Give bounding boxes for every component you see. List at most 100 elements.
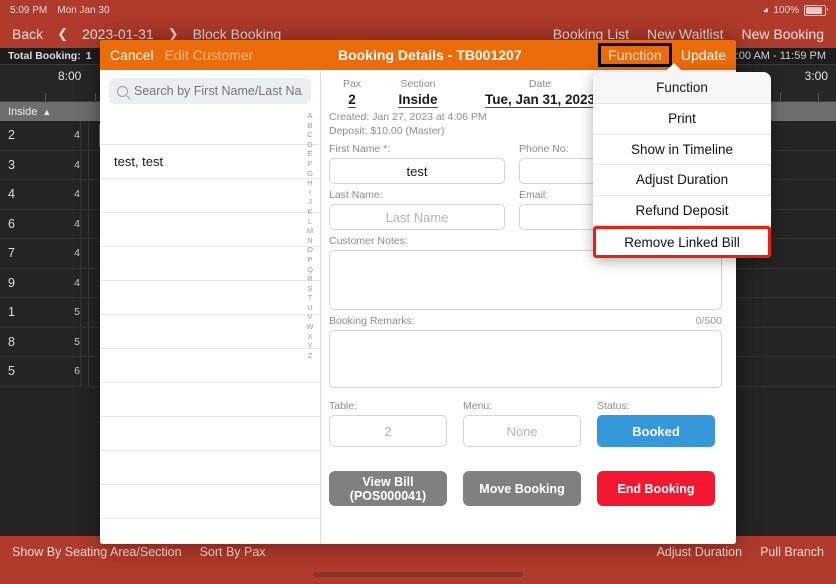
- alphabet-index-letter[interactable]: K: [307, 207, 312, 216]
- alphabet-index-letter[interactable]: D: [307, 140, 312, 149]
- pull-branch-button[interactable]: Pull Branch: [760, 545, 824, 559]
- chevron-left-icon[interactable]: ❮: [57, 26, 68, 42]
- list-item[interactable]: [100, 485, 320, 519]
- timeline-table-pax: 4: [74, 158, 80, 171]
- first-name-field[interactable]: test: [329, 158, 505, 184]
- view-bill-button[interactable]: View Bill (POS000041): [329, 471, 447, 506]
- pax-summary[interactable]: Pax 2: [329, 78, 375, 109]
- back-button[interactable]: Back: [12, 26, 43, 42]
- timeline-table-pax: 4: [74, 188, 80, 201]
- list-item[interactable]: [100, 417, 320, 451]
- alphabet-index-letter[interactable]: C: [307, 131, 312, 139]
- ios-status-bar: 5:09 PM Mon Jan 30 ◕ 100%: [0, 0, 836, 20]
- list-item[interactable]: [100, 213, 320, 247]
- alphabet-index-letter[interactable]: I: [309, 188, 311, 197]
- timeline-table-pax: 4: [74, 217, 80, 230]
- alphabet-index[interactable]: A B C D E F G H I J K L M N O P Q R S T …: [303, 112, 317, 360]
- alphabet-index-letter[interactable]: L: [308, 217, 312, 226]
- alphabet-index-letter[interactable]: W: [306, 323, 313, 331]
- pax-label: Pax: [342, 78, 362, 90]
- alphabet-index-letter[interactable]: E: [307, 150, 312, 158]
- booking-remarks-field[interactable]: [329, 330, 722, 388]
- timeline-table-number: 1: [8, 305, 15, 320]
- home-indicator: [313, 572, 523, 577]
- first-name-label: First Name *:: [329, 143, 391, 155]
- alphabet-index-letter[interactable]: A: [307, 112, 312, 120]
- alphabet-index-letter[interactable]: F: [308, 159, 313, 168]
- section-summary[interactable]: Section Inside: [375, 78, 461, 109]
- timeline-table-pax: 4: [74, 276, 80, 289]
- search-input[interactable]: [134, 84, 303, 98]
- update-button[interactable]: Update: [681, 47, 726, 63]
- timeline-table-number: 9: [8, 275, 15, 290]
- alphabet-index-letter[interactable]: P: [307, 255, 312, 264]
- list-item[interactable]: test, test: [100, 145, 320, 179]
- status-bar-date: Mon Jan 30: [57, 4, 110, 16]
- menu-item-remove-linked-bill[interactable]: Remove Linked Bill: [593, 226, 771, 258]
- alphabet-index-letter[interactable]: G: [307, 169, 313, 178]
- status-badge[interactable]: Booked: [597, 415, 715, 447]
- end-booking-button[interactable]: End Booking: [597, 471, 715, 506]
- alphabet-index-letter[interactable]: X: [307, 332, 312, 341]
- timeline-table-number: 2: [8, 128, 15, 143]
- alphabet-index-letter[interactable]: H: [307, 179, 312, 187]
- menu-item-show-in-timeline[interactable]: Show in Timeline: [593, 134, 771, 165]
- cancel-button[interactable]: Cancel: [110, 47, 154, 63]
- alphabet-index-letter[interactable]: T: [308, 294, 313, 302]
- wifi-icon: ◕: [762, 4, 769, 16]
- customer-search-box[interactable]: [109, 78, 311, 104]
- alphabet-index-letter[interactable]: J: [308, 198, 312, 206]
- list-item[interactable]: [100, 315, 320, 349]
- modal-title: Booking Details - TB001207: [338, 47, 522, 63]
- list-item[interactable]: [100, 179, 320, 213]
- adjust-duration-button[interactable]: Adjust Duration: [657, 545, 742, 559]
- list-item[interactable]: [100, 281, 320, 315]
- alphabet-index-letter[interactable]: S: [307, 284, 312, 293]
- table-field[interactable]: 2: [329, 415, 447, 447]
- alphabet-index-letter[interactable]: O: [307, 246, 313, 254]
- alphabet-index-letter[interactable]: Z: [308, 351, 313, 360]
- list-item[interactable]: [100, 111, 320, 145]
- sort-by-pax-button[interactable]: Sort By Pax: [200, 545, 266, 559]
- menu-item-adjust-duration[interactable]: Adjust Duration: [593, 165, 771, 196]
- timeline-tick-label-1: 3:00: [804, 69, 828, 83]
- battery-icon: [804, 4, 828, 16]
- timeline-table-pax: 4: [74, 247, 80, 260]
- last-name-group: Last Name: Last Name: [329, 184, 505, 230]
- move-booking-button[interactable]: Move Booking: [463, 471, 581, 506]
- timeline-table-pax: 5: [74, 335, 80, 348]
- show-by-seating-area-button[interactable]: Show By Seating Area/Section: [12, 545, 182, 559]
- list-item[interactable]: [100, 247, 320, 281]
- modal-header-actions: Function Update: [598, 43, 726, 67]
- customer-list-panel: test, test A B C D E: [100, 70, 321, 544]
- last-name-field[interactable]: Last Name: [329, 204, 505, 230]
- new-booking-button[interactable]: New Booking: [742, 26, 825, 42]
- section-value: Inside: [398, 92, 438, 108]
- menu-group: Menu: None: [463, 395, 581, 447]
- list-item[interactable]: [100, 383, 320, 417]
- alphabet-index-letter[interactable]: Y: [307, 342, 312, 350]
- edit-customer-button[interactable]: Edit Customer: [165, 47, 254, 63]
- menu-field[interactable]: None: [463, 415, 581, 447]
- alphabet-index-letter[interactable]: M: [307, 227, 313, 235]
- list-item[interactable]: [100, 349, 320, 383]
- alphabet-index-letter[interactable]: Q: [307, 265, 313, 274]
- alphabet-index-letter[interactable]: V: [307, 313, 312, 321]
- list-item[interactable]: [100, 451, 320, 485]
- alphabet-index-letter[interactable]: N: [307, 236, 312, 245]
- menu-item-refund-deposit[interactable]: Refund Deposit: [593, 195, 771, 226]
- alphabet-index-letter[interactable]: U: [307, 303, 312, 312]
- chevron-up-icon[interactable]: ▲: [42, 107, 51, 117]
- customer-notes-field[interactable]: [329, 250, 722, 310]
- function-button[interactable]: Function: [598, 43, 672, 67]
- view-bill-label: View Bill: [362, 474, 414, 489]
- table-label: Table:: [329, 400, 358, 412]
- alphabet-index-letter[interactable]: B: [307, 121, 312, 130]
- alphabet-index-letter[interactable]: R: [307, 275, 312, 283]
- menu-item-print[interactable]: Print: [593, 104, 771, 135]
- timeline-table-number: 6: [8, 216, 15, 231]
- modal-header: Cancel Edit Customer Booking Details - T…: [100, 40, 736, 70]
- table-group: Table: 2: [329, 395, 447, 447]
- total-booking-label: Total Booking:: [8, 50, 81, 62]
- status-group: Status: Booked: [597, 395, 715, 447]
